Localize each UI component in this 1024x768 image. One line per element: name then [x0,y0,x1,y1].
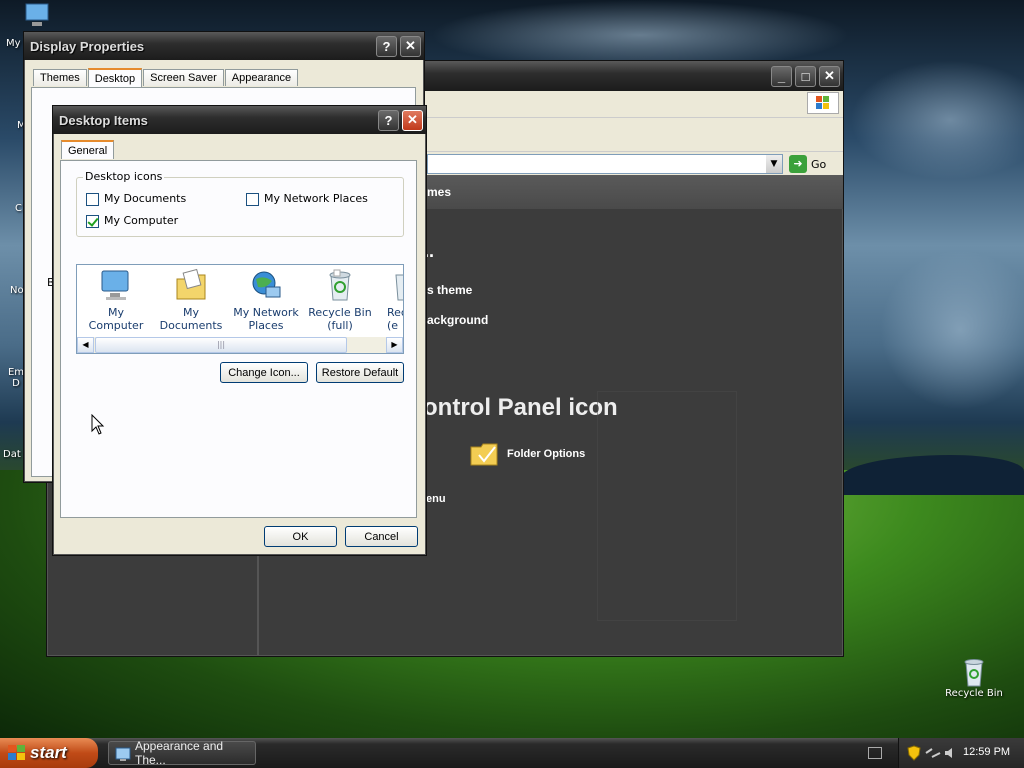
cp-header-text: mes [427,185,452,199]
checkbox-my-documents[interactable]: My Documents [86,192,186,206]
desktop-items-dialog: Desktop Items ? ✕ General Desktop icons … [52,105,427,556]
go-label: Go [811,157,827,171]
keyboard-icon[interactable] [868,747,882,759]
checkbox-my-computer[interactable]: My Computer [86,214,178,228]
horizontal-scrollbar[interactable]: ◀ ||| ▶ [77,337,403,353]
checkbox-label: My Computer [104,214,179,227]
start-button[interactable]: start [0,738,98,768]
cp-main-heading: ontrol Panel icon [423,394,618,421]
desktop-label: My [6,38,21,49]
my-computer-icon [101,270,129,300]
taskbar-item-appearance[interactable]: Appearance and The... [108,739,256,767]
volume-icon[interactable] [943,746,957,760]
cp-task-link[interactable]: ackground [427,313,488,327]
recycle-bin-label: Recycle Bin [945,688,1003,699]
tab-desktop[interactable]: Desktop [87,68,143,87]
desktop-items-tabs: General [61,139,115,159]
cancel-button[interactable]: Cancel [345,526,418,547]
icon-label: Rec (e [387,306,403,332]
dialog-title: Desktop Items [59,112,148,128]
start-label: start [30,743,67,762]
desktop-hill [840,455,1024,495]
tab-screen-saver[interactable]: Screen Saver [143,69,224,86]
close-button[interactable]: ✕ [400,35,421,57]
tab-themes[interactable]: Themes [33,69,87,86]
desktop-items-titlebar: Desktop Items ? ✕ [53,106,426,134]
recycle-bin-empty-icon [395,274,403,301]
clock[interactable]: 12:59 PM [963,746,1010,758]
system-tray: 12:59 PM [898,738,1024,768]
network-icon[interactable] [925,746,941,760]
folder-options-link[interactable]: Folder Options [469,439,585,469]
go-button[interactable]: ➜ Go [789,154,833,174]
checkbox-my-network-places[interactable]: My Network Places [246,192,368,206]
desktop-label: No [10,285,24,296]
scroll-right-icon[interactable]: ▶ [386,337,403,353]
icon-list[interactable]: My Computer My Documents My Network Plac… [76,264,404,354]
help-button[interactable]: ? [376,35,397,57]
maximize-button[interactable]: □ [795,65,816,87]
icon-item-recycle-bin-empty[interactable]: Rec (e [377,267,403,332]
display-properties-titlebar: Display Properties ? ✕ [24,32,424,60]
window-title: Display Properties [30,38,145,54]
scroll-thumb[interactable]: ||| [95,337,347,353]
checkbox-box[interactable] [246,192,259,206]
help-button[interactable]: ? [378,109,399,131]
taskbar: start Appearance and The... 12:59 PM [0,738,1024,768]
icon-label: Recycle Bin (full) [308,306,372,332]
minimize-button[interactable]: _ [771,65,792,87]
recycle-bin-full-icon [329,269,351,301]
cp-watermark [597,391,737,621]
close-button[interactable]: ✕ [402,109,423,131]
mouse-cursor-icon [91,414,105,435]
close-button[interactable]: ✕ [819,65,840,87]
cloud [850,60,1024,180]
my-computer-icon [25,3,49,26]
cloud [880,250,1024,410]
checkbox-label: My Network Places [264,192,368,205]
checkbox-box[interactable] [86,192,99,206]
icon-item-my-documents[interactable]: My Documents [153,267,229,332]
icon-item-recycle-bin-full[interactable]: Recycle Bin (full) [305,267,375,332]
folder-options-icon [470,443,498,466]
icon-label: My Computer [88,306,144,332]
change-icon-button[interactable]: Change Icon... [220,362,308,383]
desktop-label: C [15,203,22,214]
icon-label: My Network Places [233,306,299,332]
icon-label: My Documents [159,306,223,332]
my-documents-icon [176,268,206,300]
chevron-down-icon[interactable]: ▼ [766,155,782,173]
desktop-icon-my-computer[interactable] [22,2,54,33]
folder-options-label: Folder Options [507,448,586,460]
cp-task-link[interactable]: s theme [427,283,472,297]
general-tab-panel: Desktop icons My Documents My Network Pl… [60,160,417,518]
checkbox-label: My Documents [104,192,187,205]
security-shield-icon[interactable] [907,745,921,761]
checkbox-box[interactable] [86,214,99,228]
windows-logo-icon [807,92,839,114]
taskbar-item-label: Appearance and The... [135,739,224,767]
desktop-icons-group: Desktop icons My Documents My Network Pl… [76,170,404,237]
group-label: Desktop icons [83,170,165,183]
recycle-bin-icon [964,659,984,687]
restore-default-button[interactable]: Restore Default [316,362,404,383]
scroll-left-icon[interactable]: ◀ [77,337,94,353]
control-panel-icon [115,747,131,761]
desktop-label: Dat [3,449,21,460]
go-arrow-icon: ➜ [789,155,807,173]
network-places-icon [252,271,281,298]
address-input[interactable]: ▼ [427,154,783,174]
icon-item-my-computer[interactable]: My Computer [81,267,151,332]
desktop-icon-recycle-bin[interactable]: Recycle Bin [940,656,1008,699]
windows-flag-icon [8,745,25,760]
ok-button[interactable]: OK [264,526,337,547]
tab-appearance[interactable]: Appearance [224,69,299,86]
display-tabs: Themes Desktop Screen Saver Appearance [33,67,299,87]
icon-item-my-network-places[interactable]: My Network Places [231,267,301,332]
tab-general[interactable]: General [61,140,115,159]
